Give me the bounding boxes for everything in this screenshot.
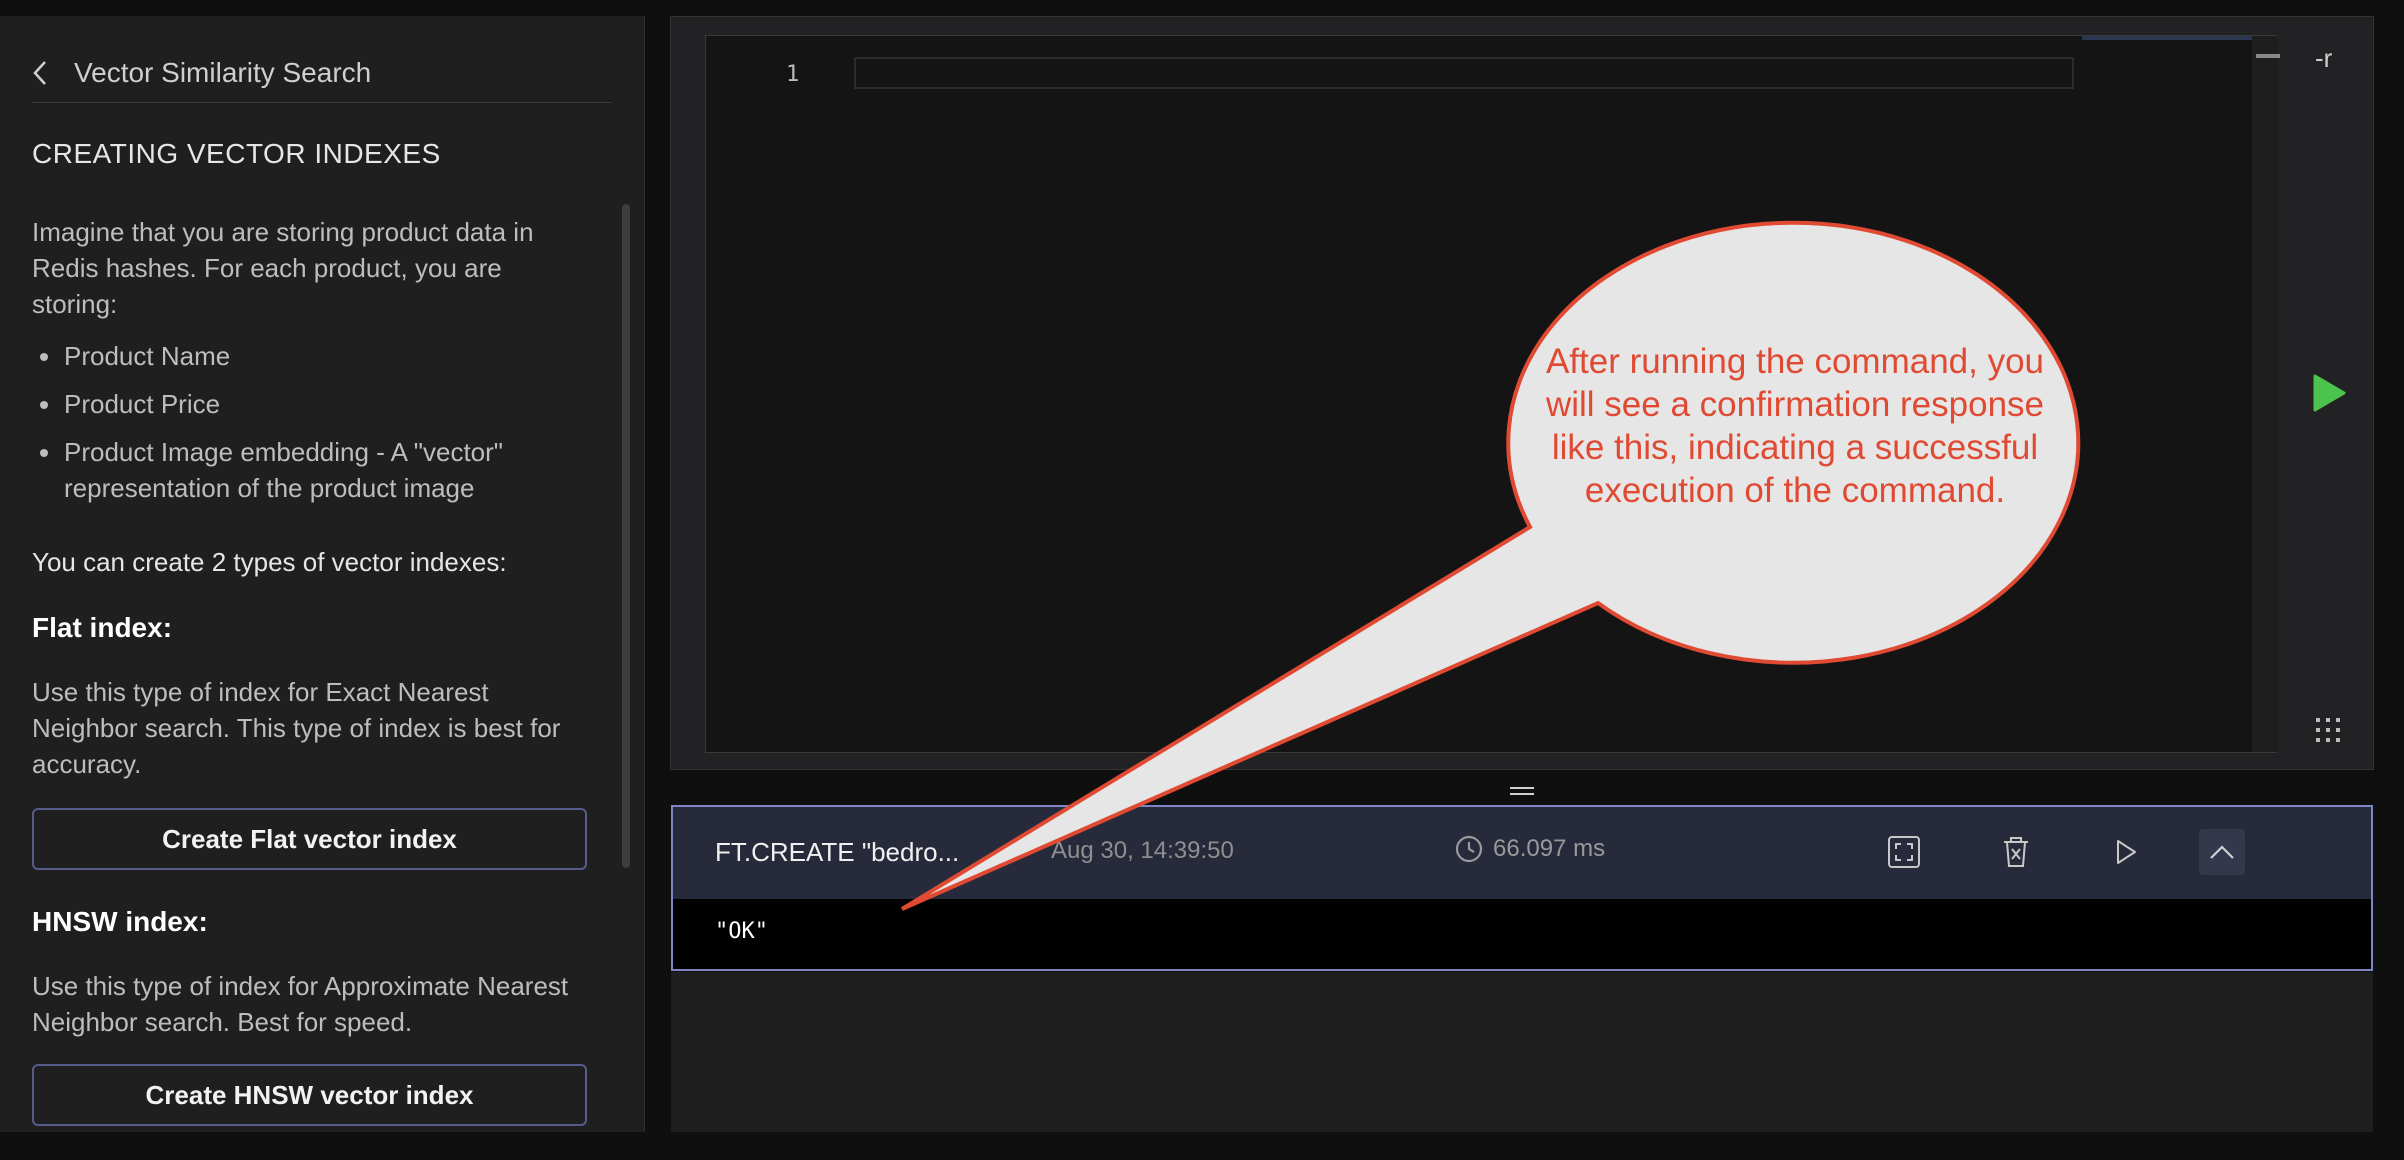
grid-dots-icon[interactable] (2315, 717, 2341, 748)
editor-scrollbar[interactable] (2252, 36, 2280, 752)
result-header[interactable]: FT.CREATE "bedro... Aug 30, 14:39:50 66.… (673, 807, 2371, 899)
flat-index-description: Use this type of index for Exact Nearest… (32, 677, 561, 779)
result-command: FT.CREATE "bedro... (715, 837, 960, 867)
collapse-icon[interactable] (2199, 829, 2245, 875)
tutorial-body: CREATING VECTOR INDEXES Imagine that you… (32, 136, 592, 1160)
tutorial-scrollbar[interactable] (622, 204, 630, 868)
list-item: Product Name (32, 338, 592, 374)
section-heading: CREATING VECTOR INDEXES (32, 138, 441, 169)
execution-time-value: 66.097 ms (1493, 835, 1606, 862)
intro-text: Imagine that you are storing product dat… (32, 217, 534, 319)
delete-icon[interactable] (1993, 829, 2039, 875)
hnsw-index-heading: HNSW index: (32, 906, 208, 937)
tutorial-panel: Vector Similarity Search CREATING VECTOR… (0, 16, 645, 1132)
callout-text: After running the command, you will see … (1545, 342, 2045, 510)
current-line[interactable] (854, 57, 2074, 89)
hnsw-index-description: Use this type of index for Approximate N… (32, 971, 569, 1037)
tutorial-header: Vector Similarity Search (32, 44, 612, 103)
tutorial-title: Vector Similarity Search (74, 57, 372, 88)
execution-time: 66.097 ms (1455, 835, 1605, 863)
result-timestamp: Aug 30, 14:39:50 (1051, 837, 1234, 864)
product-fields-list: Product Name Product Price Product Image… (32, 338, 592, 506)
fullscreen-icon[interactable] (1881, 829, 1927, 875)
results-area (671, 972, 2373, 1132)
clock-icon (1455, 835, 1483, 863)
flat-index-heading: Flat index: (32, 612, 173, 643)
scroll-thumb[interactable] (2256, 54, 2280, 58)
index-types-text: You can create 2 types of vector indexes… (32, 547, 507, 577)
command-editor-area: 1 -r (670, 16, 2374, 770)
scroll-indicator (2082, 36, 2260, 40)
line-number: 1 (786, 62, 800, 87)
play-icon[interactable] (2311, 373, 2347, 418)
create-hnsw-index-button[interactable]: Create HNSW vector index (32, 1064, 587, 1126)
rerun-icon[interactable] (2103, 829, 2149, 875)
list-item: Product Image embedding - A "vector" rep… (32, 434, 592, 506)
resize-handle-icon[interactable] (1510, 783, 1534, 795)
chevron-left-icon[interactable] (32, 58, 54, 88)
command-result-card: FT.CREATE "bedro... Aug 30, 14:39:50 66.… (671, 805, 2373, 971)
create-flat-index-button[interactable]: Create Flat vector index (32, 808, 587, 870)
list-item: Product Price (32, 386, 592, 422)
result-output: "OK" (715, 919, 768, 944)
raw-mode-toggle[interactable]: -r (2315, 43, 2332, 74)
